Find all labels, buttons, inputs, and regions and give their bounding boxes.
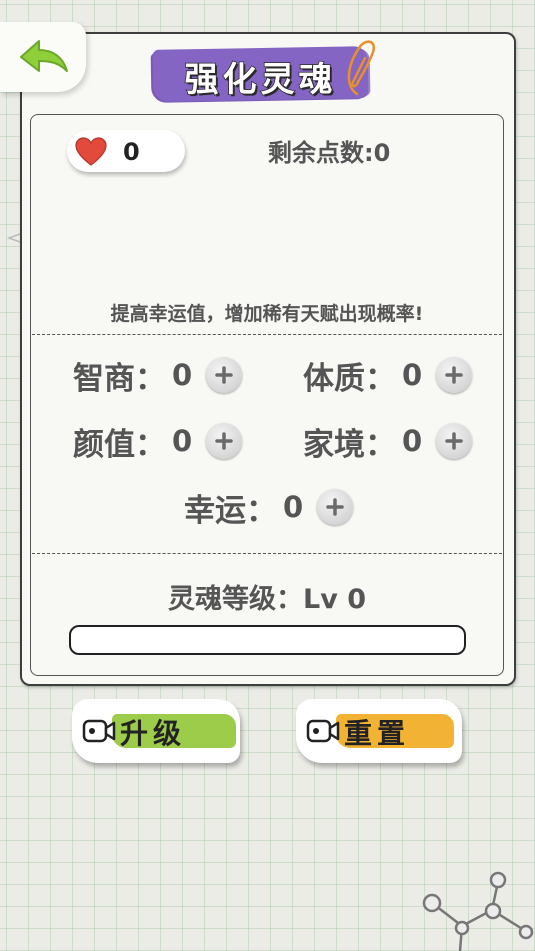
- remaining-points-value: 0: [373, 139, 391, 167]
- attr-value: 0: [172, 424, 193, 458]
- back-arrow-icon: [20, 40, 68, 72]
- attr-sep: ：: [135, 426, 166, 463]
- soul-level: 灵魂等级：Lv 0: [168, 584, 366, 615]
- molecule-doodle-icon: [422, 871, 534, 951]
- remaining-points-label: 剩余点数: [268, 139, 364, 167]
- add-family-wealth-button[interactable]: [436, 423, 472, 459]
- attr-value: 0: [402, 424, 423, 458]
- attr-value: 0: [402, 358, 423, 392]
- attr-label: 颜值: [73, 426, 135, 463]
- plus-icon: [215, 432, 233, 450]
- remaining-points-sep: :: [364, 139, 374, 167]
- video-camera-icon: [82, 719, 116, 743]
- attr-label: 智商: [73, 360, 135, 397]
- attr-sep: ：: [365, 426, 396, 463]
- back-button[interactable]: [0, 22, 86, 92]
- attr-constitution: 体质 ： 0: [303, 355, 472, 397]
- attr-family-wealth: 家境 ： 0: [303, 421, 472, 463]
- attr-sep: ：: [365, 360, 396, 397]
- heart-count: 0: [123, 138, 140, 166]
- attr-intelligence: 智商 ： 0: [73, 355, 242, 397]
- add-constitution-button[interactable]: [436, 357, 472, 393]
- attr-sep: ：: [135, 360, 166, 397]
- attr-luck: 幸运 ： 0: [184, 487, 353, 529]
- add-luck-button[interactable]: [317, 489, 353, 525]
- plus-icon: [445, 432, 463, 450]
- video-camera-icon: [306, 719, 340, 743]
- page-title: 强化灵魂: [184, 59, 337, 101]
- plus-icon: [445, 366, 463, 384]
- reset-button[interactable]: 重置: [296, 699, 462, 763]
- attr-appearance: 颜值 ： 0: [73, 421, 242, 463]
- attr-value: 0: [172, 358, 193, 392]
- upgrade-button[interactable]: 升级: [72, 699, 240, 763]
- heart-counter: 0: [67, 130, 185, 172]
- add-appearance-button[interactable]: [206, 423, 242, 459]
- plus-icon: [215, 366, 233, 384]
- plus-icon: [326, 498, 344, 516]
- attr-value: 0: [283, 490, 304, 524]
- attr-label: 幸运: [184, 492, 246, 529]
- soul-progress-bar: [69, 625, 466, 655]
- luck-hint: 提高幸运值，增加稀有天赋出现概率!: [110, 303, 424, 325]
- divider-bottom: [32, 553, 502, 554]
- remaining-points: 剩余点数:0: [268, 133, 390, 168]
- heart-icon: [75, 137, 107, 166]
- attr-label: 家境: [303, 426, 365, 463]
- upgrade-label: 升级: [120, 717, 187, 750]
- paper-clip-icon: [347, 40, 376, 96]
- divider-top: [32, 334, 502, 335]
- add-intelligence-button[interactable]: [206, 357, 242, 393]
- reset-label: 重置: [344, 717, 411, 750]
- attr-sep: ：: [246, 492, 277, 529]
- attr-label: 体质: [303, 360, 365, 397]
